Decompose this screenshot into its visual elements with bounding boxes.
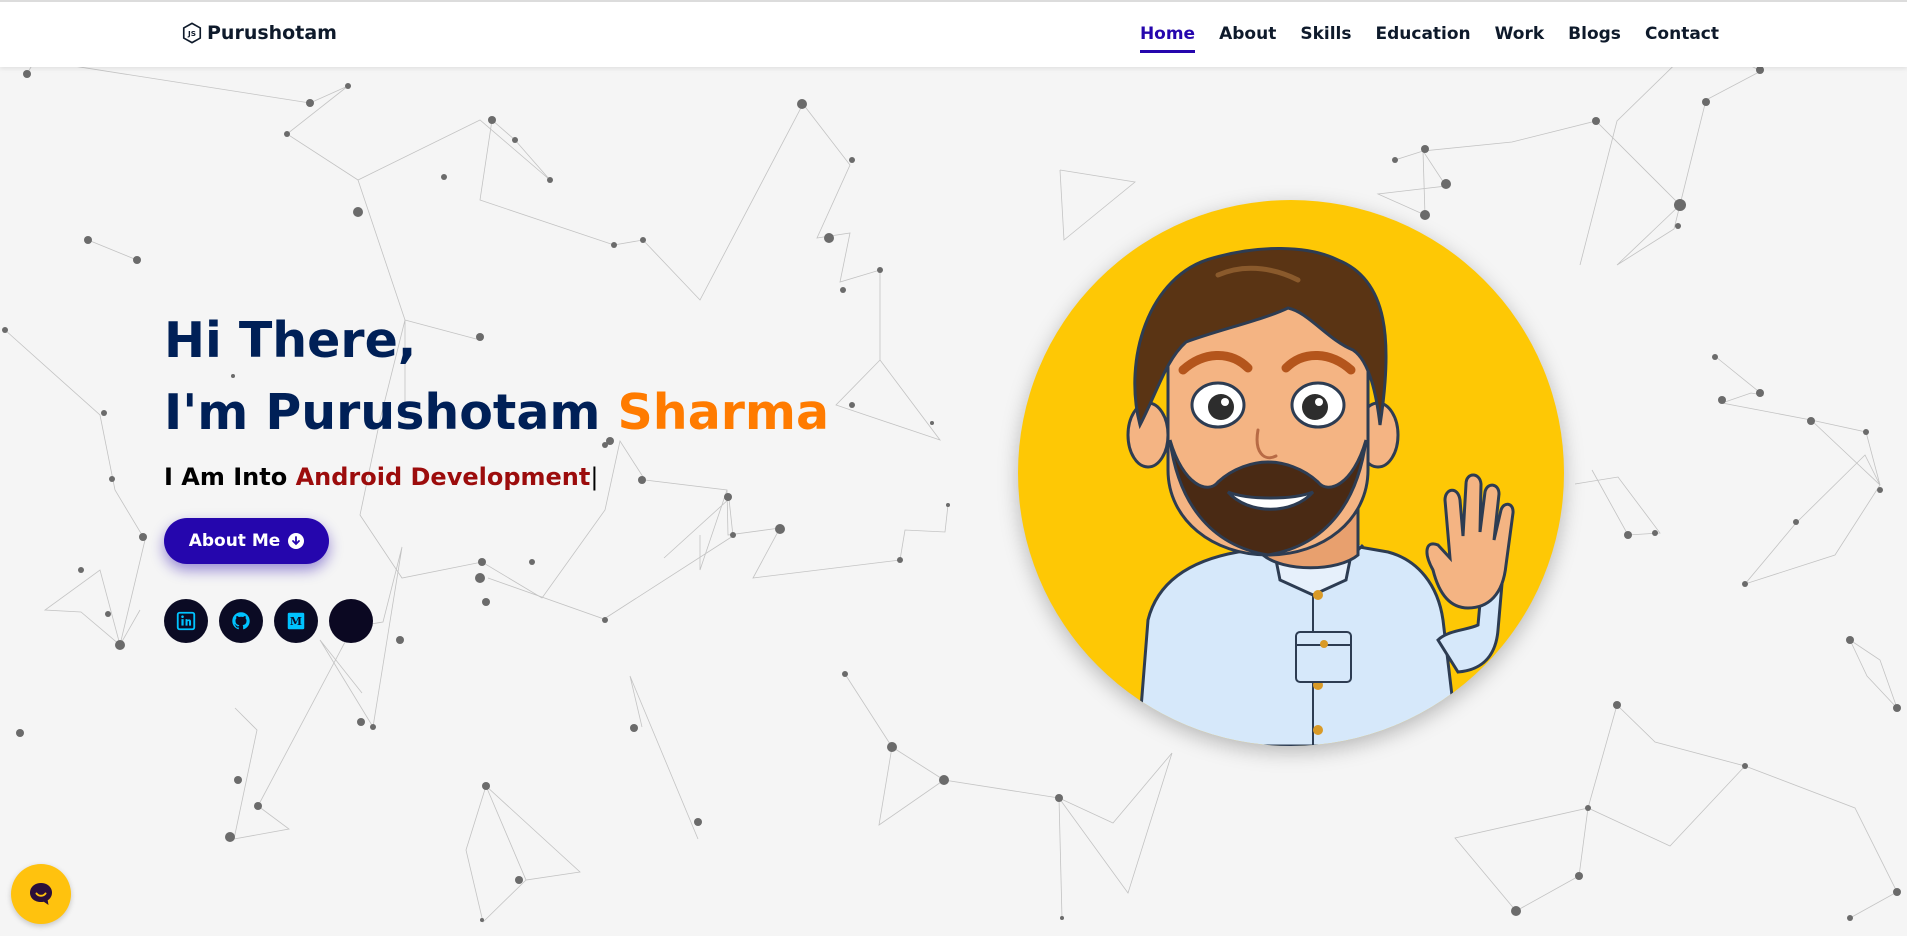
svg-text:JS: JS [187,29,196,38]
arrow-circle-down-icon [288,533,305,549]
typed-text: Android Development [295,463,591,491]
nav-blogs[interactable]: Blogs [1568,24,1621,50]
about-me-button[interactable]: About Me [164,518,329,564]
chat-bubble-icon [30,883,52,905]
chat-widget-button[interactable] [11,864,71,924]
medium-link[interactable]: M [274,599,318,643]
hero-name: I'm Purushotam Sharma [164,377,829,449]
typing-cursor: | [590,463,599,491]
brand-name: Purushotam [207,22,337,44]
svg-text:M: M [290,615,302,628]
hero-into-prefix: I Am Into [164,463,296,491]
nav-work[interactable]: Work [1495,24,1545,50]
nav-about[interactable]: About [1219,24,1276,50]
github-link[interactable] [219,599,263,643]
linkedin-icon [176,611,196,631]
hero-subtitle: I Am Into Android Development| [164,463,829,491]
js-hexagon-icon: JS [182,22,202,44]
social-links: M [164,599,373,643]
hero-text: Hi There, I'm Purushotam Sharma I Am Int… [164,305,829,491]
brand-logo[interactable]: JS Purushotam [181,22,337,44]
nav-menu: Home About Skills Education Work Blogs C… [1139,24,1719,53]
nav-skills[interactable]: Skills [1300,24,1351,50]
hero-name-accent: Sharma [617,384,830,441]
linkedin-link[interactable] [164,599,208,643]
nav-education[interactable]: Education [1375,24,1470,50]
hero-greeting: Hi There, [164,312,417,369]
about-me-label: About Me [188,531,281,551]
nav-contact[interactable]: Contact [1645,24,1719,50]
nav-home[interactable]: Home [1139,24,1196,53]
blank-social-link[interactable] [329,599,373,643]
medium-icon: M [287,612,305,630]
hero-name-prefix: I'm Purushotam [164,384,618,441]
top-navbar: JS Purushotam Home About Skills Educatio… [0,0,1907,67]
profile-avatar [1018,200,1564,746]
github-icon [232,612,250,630]
bitmoji-avatar-illustration [1126,247,1515,746]
